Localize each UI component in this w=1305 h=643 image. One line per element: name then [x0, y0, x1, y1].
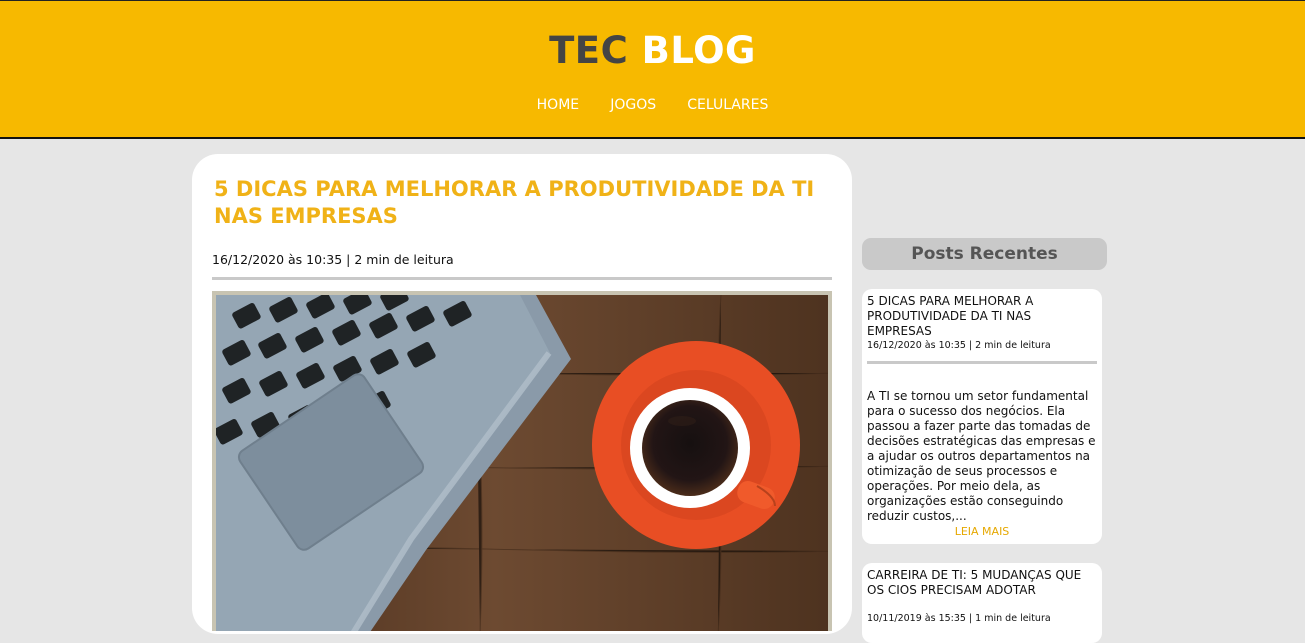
- site-header: TEC BLOG HOME JOGOS CELULARES: [0, 0, 1305, 139]
- nav-jogos-link[interactable]: JOGOS: [610, 97, 656, 113]
- article-divider: [212, 277, 832, 280]
- recent-post-meta: 10/11/2019 às 15:35 | 1 min de leitura: [867, 613, 1051, 624]
- recent-post-excerpt: A TI se tornou um setor fundamental para…: [867, 389, 1096, 523]
- article-meta: 16/12/2020 às 10:35 | 2 min de leitura: [212, 252, 454, 267]
- recent-post-title[interactable]: 5 DICAS PARA MELHORAR A PRODUTIVIDADE DA…: [867, 294, 1099, 339]
- site-logo[interactable]: TEC BLOG: [0, 29, 1305, 72]
- article-title[interactable]: 5 DICAS PARA MELHORAR A PRODUTIVIDADE DA…: [214, 176, 834, 230]
- recent-post-title[interactable]: CARREIRA DE TI: 5 MUDANÇAS QUE OS CIOS P…: [867, 568, 1099, 598]
- main-nav: HOME JOGOS CELULARES: [0, 94, 1305, 113]
- recent-post-meta: 16/12/2020 às 10:35 | 2 min de leitura: [867, 340, 1051, 351]
- laptop-coffee-photo: [216, 295, 828, 631]
- nav-celulares-link[interactable]: CELULARES: [687, 97, 768, 113]
- nav-home-link[interactable]: HOME: [537, 97, 579, 113]
- article-card: 5 DICAS PARA MELHORAR A PRODUTIVIDADE DA…: [192, 154, 852, 634]
- logo-part-tec: TEC: [549, 29, 629, 72]
- article-image: [212, 291, 832, 631]
- read-more-link[interactable]: LEIA MAIS: [862, 525, 1102, 538]
- logo-part-blog: BLOG: [641, 29, 756, 72]
- sidebar-title: Posts Recentes: [862, 238, 1107, 270]
- recent-post-card[interactable]: CARREIRA DE TI: 5 MUDANÇAS QUE OS CIOS P…: [862, 563, 1102, 643]
- recent-post-card[interactable]: 5 DICAS PARA MELHORAR A PRODUTIVIDADE DA…: [862, 289, 1102, 544]
- recent-post-divider: [867, 361, 1097, 364]
